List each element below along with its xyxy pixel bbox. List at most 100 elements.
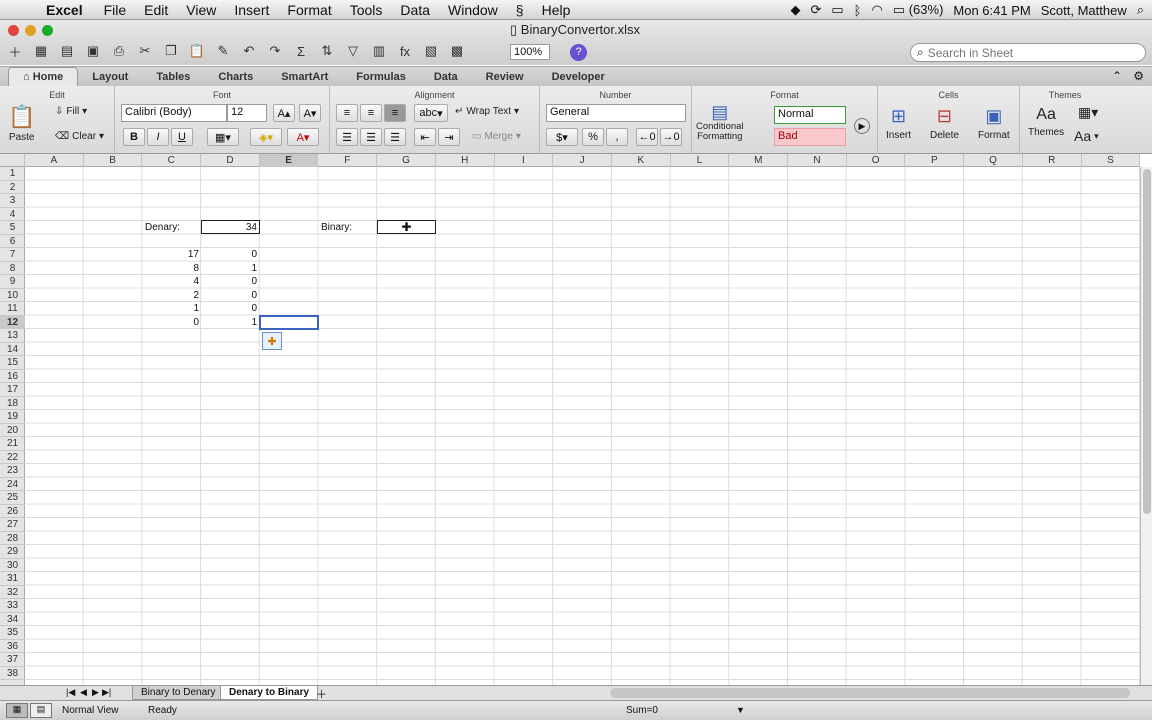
column-header-D[interactable]: D: [201, 154, 260, 167]
cell-C7[interactable]: 17: [143, 248, 201, 261]
wifi-icon[interactable]: ◠: [871, 2, 882, 18]
align-bottom-icon[interactable]: ≡: [384, 104, 406, 122]
row-header-12[interactable]: 12: [0, 315, 25, 329]
spreadsheet-grid[interactable]: Denary: 34 Binary: ✚ 17 8 4 2 1 0 0 1 0 …: [25, 167, 1140, 685]
menu-edit[interactable]: Edit: [135, 2, 177, 18]
tab-data[interactable]: Data: [420, 68, 472, 86]
merge-button[interactable]: ▭ Merge ▾: [472, 131, 521, 142]
comma-style-icon[interactable]: ,: [606, 128, 628, 146]
tab-charts[interactable]: Charts: [204, 68, 267, 86]
insert-cells-button[interactable]: ⊞ Insert: [886, 106, 911, 141]
row-header-9[interactable]: 9: [0, 275, 25, 289]
minimize-window-icon[interactable]: [25, 25, 36, 36]
row-header-23[interactable]: 23: [0, 464, 25, 478]
menu-format[interactable]: Format: [278, 2, 340, 18]
print-icon[interactable]: ⎙: [108, 42, 130, 60]
row-header-5[interactable]: 5: [0, 221, 25, 235]
column-header-M[interactable]: M: [729, 154, 789, 167]
column-header-Q[interactable]: Q: [964, 154, 1023, 167]
bold-button[interactable]: B: [123, 128, 145, 146]
row-header-25[interactable]: 25: [0, 491, 25, 505]
horizontal-scrollbar[interactable]: [610, 688, 1130, 698]
row-header-14[interactable]: 14: [0, 343, 25, 356]
row-header-27[interactable]: 27: [0, 518, 25, 532]
align-right-icon[interactable]: ☰: [384, 128, 406, 146]
align-left-icon[interactable]: ☰: [336, 128, 358, 146]
format-cells-button[interactable]: ▣ Format: [978, 106, 1010, 141]
row-header-7[interactable]: 7: [0, 248, 25, 262]
tab-smartart[interactable]: SmartArt: [267, 68, 342, 86]
column-header-C[interactable]: C: [142, 154, 202, 167]
font-color-icon[interactable]: A▾: [287, 128, 319, 146]
row-header-37[interactable]: 37: [0, 653, 25, 667]
gallery-icon[interactable]: ▥: [368, 42, 390, 60]
text-orientation-icon[interactable]: abc ▾: [414, 104, 448, 122]
paste-options-icon[interactable]: ✚: [262, 332, 282, 350]
format-painter-icon[interactable]: ✎: [212, 42, 234, 60]
styles-next-icon[interactable]: ▶: [854, 118, 870, 134]
user-name[interactable]: Scott, Matthew: [1041, 3, 1127, 18]
wrap-text-button[interactable]: ↵ Wrap Text ▾: [455, 106, 519, 117]
redo-icon[interactable]: ↷: [264, 42, 286, 60]
cell-F5[interactable]: Binary:: [320, 221, 378, 234]
column-header-I[interactable]: I: [495, 154, 554, 167]
column-header-S[interactable]: S: [1082, 154, 1141, 167]
sort-icon[interactable]: ⇅: [316, 42, 338, 60]
cell-C5[interactable]: Denary:: [144, 221, 202, 234]
autosum-icon[interactable]: Σ: [290, 42, 312, 60]
column-header-G[interactable]: G: [377, 154, 436, 167]
column-header-B[interactable]: B: [84, 154, 143, 167]
row-header-16[interactable]: 16: [0, 370, 25, 383]
vertical-scroll-thumb[interactable]: [1143, 169, 1151, 514]
menu-app-name[interactable]: Excel: [40, 2, 95, 18]
bluetooth-icon[interactable]: ᛒ: [854, 3, 862, 18]
column-header-F[interactable]: F: [319, 154, 378, 167]
menu-insert[interactable]: Insert: [225, 2, 278, 18]
copy-icon[interactable]: ❐: [160, 42, 182, 60]
conditional-formatting-button[interactable]: ▤ Conditional Formatting: [696, 102, 744, 142]
toolbox-icon[interactable]: ▧: [420, 42, 442, 60]
style-normal[interactable]: Normal: [774, 106, 846, 124]
paste-toolbar-icon[interactable]: 📋: [186, 42, 208, 60]
selected-cell-E12[interactable]: [259, 314, 319, 330]
tab-layout[interactable]: Layout: [78, 68, 142, 86]
column-header-L[interactable]: L: [671, 154, 730, 167]
row-header-31[interactable]: 31: [0, 572, 25, 586]
zoom-select[interactable]: 100%: [510, 44, 550, 60]
cell-D10[interactable]: 0: [201, 289, 259, 302]
underline-button[interactable]: U: [171, 128, 193, 146]
fill-color-icon[interactable]: ◈▾: [250, 128, 282, 146]
cell-D5[interactable]: 34: [201, 220, 260, 234]
row-header-18[interactable]: 18: [0, 397, 25, 410]
paste-button[interactable]: 📋 Paste: [8, 104, 35, 143]
menu-tools[interactable]: Tools: [341, 2, 392, 18]
cell-D12[interactable]: 1: [201, 316, 259, 329]
cell-C12[interactable]: 0: [143, 316, 201, 329]
column-header-A[interactable]: A: [25, 154, 84, 167]
undo-icon[interactable]: ↶: [238, 42, 260, 60]
select-all-corner[interactable]: [0, 154, 25, 167]
cell-C9[interactable]: 4: [143, 275, 201, 288]
sum-display[interactable]: Sum=0: [626, 705, 658, 716]
page-layout-view-icon[interactable]: ▤: [30, 703, 52, 718]
function-icon[interactable]: fx: [394, 42, 416, 60]
row-header-8[interactable]: 8: [0, 262, 25, 275]
ribbon-settings-icon[interactable]: ⚙: [1133, 69, 1144, 83]
row-header-21[interactable]: 21: [0, 437, 25, 451]
decrease-decimal-icon[interactable]: →0: [660, 128, 682, 146]
row-header-17[interactable]: 17: [0, 383, 25, 397]
sheet-tab-denary-to-binary[interactable]: Denary to Binary: [220, 686, 319, 700]
tab-tables[interactable]: Tables: [142, 68, 204, 86]
cut-icon[interactable]: ✂: [134, 42, 156, 60]
borders-icon[interactable]: ▦▾: [207, 128, 239, 146]
battery-status[interactable]: ▭ (63%): [893, 2, 944, 18]
clock[interactable]: Mon 6:41 PM: [953, 3, 1030, 18]
column-header-K[interactable]: K: [612, 154, 671, 167]
column-header-R[interactable]: R: [1023, 154, 1082, 167]
close-window-icon[interactable]: [8, 25, 19, 36]
row-header-30[interactable]: 30: [0, 559, 25, 572]
row-header-2[interactable]: 2: [0, 181, 25, 194]
row-header-26[interactable]: 26: [0, 505, 25, 518]
row-header-38[interactable]: 38: [0, 667, 25, 680]
cell-D9[interactable]: 0: [201, 275, 259, 288]
